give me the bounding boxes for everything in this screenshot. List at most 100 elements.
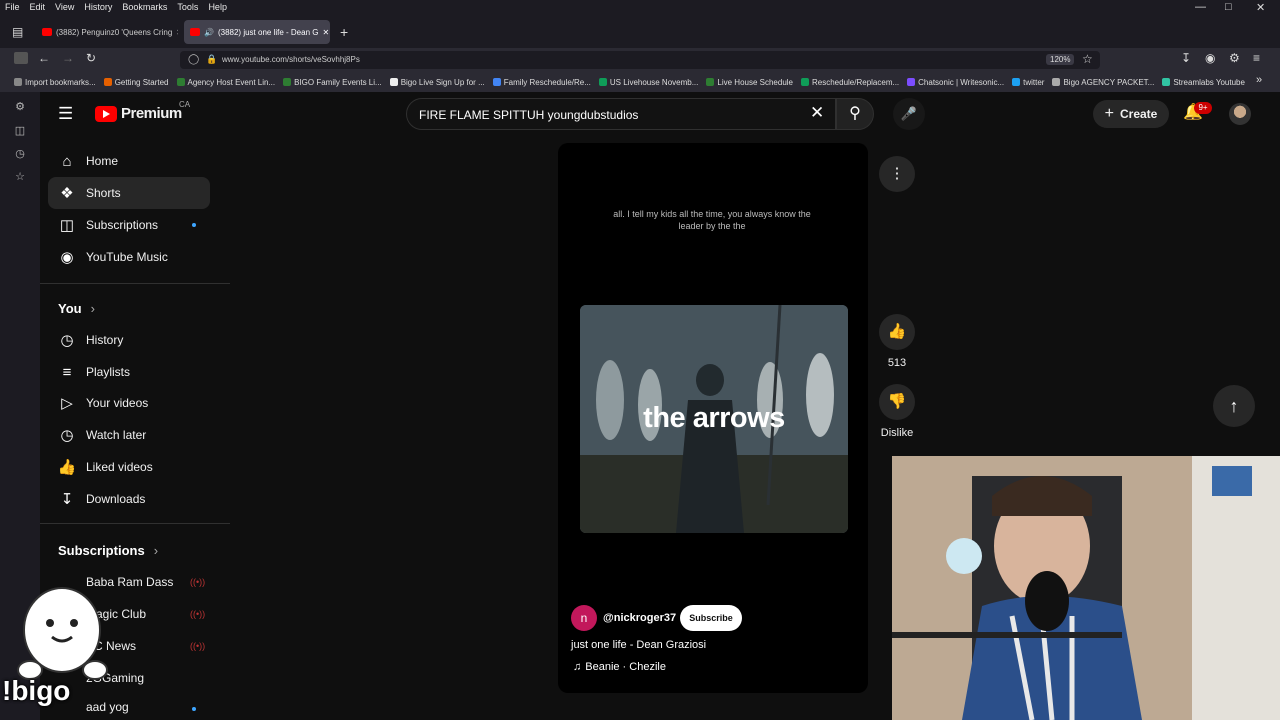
guide-menu-icon[interactable]: ☰	[58, 104, 73, 124]
shield-icon[interactable]: ◯	[188, 54, 199, 65]
channel-handle[interactable]: @nickroger37	[603, 612, 676, 624]
create-button[interactable]: + Create	[1093, 100, 1169, 128]
tab-just-one-life[interactable]: 🔊 (3882) just one life - Dean G ✕	[184, 20, 330, 44]
guide-item-your-videos[interactable]: ▷ Your videos	[48, 387, 210, 419]
url-bar[interactable]: ◯ 🔒 www.youtube.com/shorts/veSovhhj8Ps 1…	[180, 51, 1100, 69]
menu-tools[interactable]: Tools	[172, 2, 203, 12]
video-title[interactable]: just one life - Dean Graziosi	[571, 639, 706, 651]
reload-icon[interactable]: ↻	[86, 51, 96, 65]
you-section-title[interactable]: You ›	[58, 301, 95, 316]
guide-item-subscriptions[interactable]: ◫ Subscriptions	[48, 209, 210, 241]
guide-item-home[interactable]: ⌂ Home	[48, 145, 210, 177]
speaker-icon[interactable]: 🔊	[204, 28, 214, 37]
bookmark-item[interactable]: Bigo Live Sign Up for ...	[389, 78, 485, 87]
webcam-overlay	[892, 456, 1280, 720]
forward-icon[interactable]: →	[62, 51, 74, 65]
dislike-button[interactable]: 👎	[879, 384, 915, 420]
bookmark-item[interactable]: Family Reschedule/Re...	[492, 78, 591, 87]
bookmarks-sidebar-icon[interactable]: ☆	[13, 170, 27, 184]
guide-item-label: Home	[86, 154, 119, 168]
menu-bookmarks[interactable]: Bookmarks	[117, 2, 172, 12]
close-tab-icon[interactable]: ✕	[176, 28, 178, 37]
channel-avatar[interactable]: n	[571, 605, 597, 631]
previous-short-button[interactable]: ↑	[1213, 385, 1255, 427]
bigo-watermark-text: !bigo	[2, 675, 71, 706]
voice-search-button[interactable]: 🎤	[893, 98, 925, 130]
watch-later-icon: ◷	[60, 427, 74, 444]
bookmark-item[interactable]: Agency Host Event Lin...	[176, 78, 275, 87]
guide-item-playlists[interactable]: ≡ Playlists	[48, 356, 210, 388]
search-button[interactable]: ⚲	[836, 98, 874, 130]
chevron-right-icon: ›	[90, 301, 95, 316]
bookmark-item[interactable]: Import bookmarks...	[14, 78, 96, 87]
youtube-premium-logo[interactable]: Premium	[95, 105, 182, 122]
sidebar-toggle-icon[interactable]	[14, 52, 28, 64]
tab-label: (3882) just one life - Dean G	[217, 27, 319, 37]
bookmark-star-icon[interactable]: ☆	[1082, 52, 1093, 66]
tab-penguinz0[interactable]: (3882) Penguinz0 'Queens Cring ✕	[36, 20, 178, 44]
account-icon[interactable]: ◉	[1205, 51, 1215, 65]
settings-icon[interactable]: ⚙	[13, 100, 27, 114]
your-videos-icon: ▷	[61, 395, 73, 412]
zoom-level[interactable]: 120%	[1046, 54, 1075, 65]
guide-item-history[interactable]: ◷ History	[48, 324, 210, 356]
avatar[interactable]	[1229, 103, 1251, 125]
bookmark-item[interactable]: Reschedule/Replacem...	[801, 78, 899, 87]
guide-item-label: Watch later	[86, 428, 147, 442]
like-count: 513	[887, 357, 907, 369]
downloads-icon: ↧	[60, 491, 74, 508]
history-sidebar-icon[interactable]: ◷	[13, 147, 27, 161]
arrow-up-icon: ↑	[1229, 396, 1239, 416]
more-options-button[interactable]: ⋮	[879, 156, 915, 192]
region-code: CA	[179, 100, 191, 109]
chevron-right-icon: ›	[153, 543, 159, 558]
new-tab-icon[interactable]: +	[340, 24, 348, 40]
minimize-icon[interactable]: —	[1195, 1, 1206, 13]
music-note-icon: ♫	[573, 661, 582, 673]
guide-item-label: Shorts	[86, 186, 121, 200]
guide-item-shorts[interactable]: ❖ Shorts	[48, 177, 210, 209]
bookmark-item[interactable]: twitter	[1012, 78, 1044, 87]
bookmark-item[interactable]: Bigo AGENCY PACKET...	[1052, 78, 1154, 87]
subscriptions-section-title[interactable]: Subscriptions ›	[58, 543, 158, 558]
menu-help[interactable]: Help	[203, 2, 232, 12]
bookmark-item[interactable]: US Livehouse Novemb...	[598, 78, 698, 87]
menu-file[interactable]: File	[0, 2, 25, 12]
tab-label: (3882) Penguinz0 'Queens Cring	[56, 27, 173, 37]
guide-item-label: YouTube Music	[86, 250, 168, 264]
synced-tabs-icon[interactable]: ◫	[13, 124, 27, 138]
bookmark-item[interactable]: Getting Started	[103, 78, 169, 87]
close-tab-icon[interactable]: ✕	[322, 28, 329, 37]
close-window-icon[interactable]: ✕	[1256, 1, 1265, 14]
bookmark-item[interactable]: Live House Schedule	[706, 78, 793, 87]
like-button[interactable]: 👍	[879, 314, 915, 350]
extensions-icon[interactable]: ⚙	[1229, 51, 1240, 65]
hamburger-menu-icon[interactable]: ≡	[1253, 51, 1260, 65]
guide-item-downloads[interactable]: ↧ Downloads	[48, 483, 210, 515]
bookmark-item[interactable]: Chatsonic | Writesonic...	[907, 78, 1004, 87]
youtube-favicon-icon	[190, 28, 200, 36]
menu-edit[interactable]: Edit	[25, 2, 51, 12]
microphone-icon: 🎤	[900, 106, 918, 121]
menu-view[interactable]: View	[50, 2, 79, 12]
create-label: Create	[1119, 107, 1158, 121]
downloads-toolbar-icon[interactable]: ↧	[1181, 51, 1191, 65]
video-overlay-text: the arrows	[643, 402, 785, 434]
subscribe-button[interactable]: Subscribe	[680, 605, 742, 631]
tab-list-icon[interactable]: ▤	[12, 25, 23, 39]
bookmark-item[interactable]: BIGO Family Events Li...	[283, 78, 382, 87]
back-icon[interactable]: ←	[38, 51, 50, 65]
guide-item-label: Playlists	[86, 365, 131, 379]
clear-search-icon[interactable]: ✕	[810, 103, 824, 123]
guide-item-watch-later[interactable]: ◷ Watch later	[48, 419, 210, 451]
maximize-icon[interactable]: □	[1225, 1, 1232, 13]
guide-item-youtube-music[interactable]: ◉ YouTube Music	[48, 241, 210, 273]
lock-icon[interactable]: 🔒	[206, 54, 217, 65]
music-info[interactable]: ♫ Beanie · Chezile	[573, 661, 666, 673]
search-input[interactable]: FIRE FLAME SPITTUH youngdubstudios	[406, 98, 836, 130]
bookmarks-overflow-icon[interactable]: »	[1256, 74, 1262, 86]
bookmark-item[interactable]: Streamlabs Youtube	[1162, 78, 1245, 87]
streamer-webcam-image	[892, 456, 1280, 720]
guide-item-liked-videos[interactable]: 👍 Liked videos	[48, 451, 210, 483]
menu-history[interactable]: History	[79, 2, 117, 12]
